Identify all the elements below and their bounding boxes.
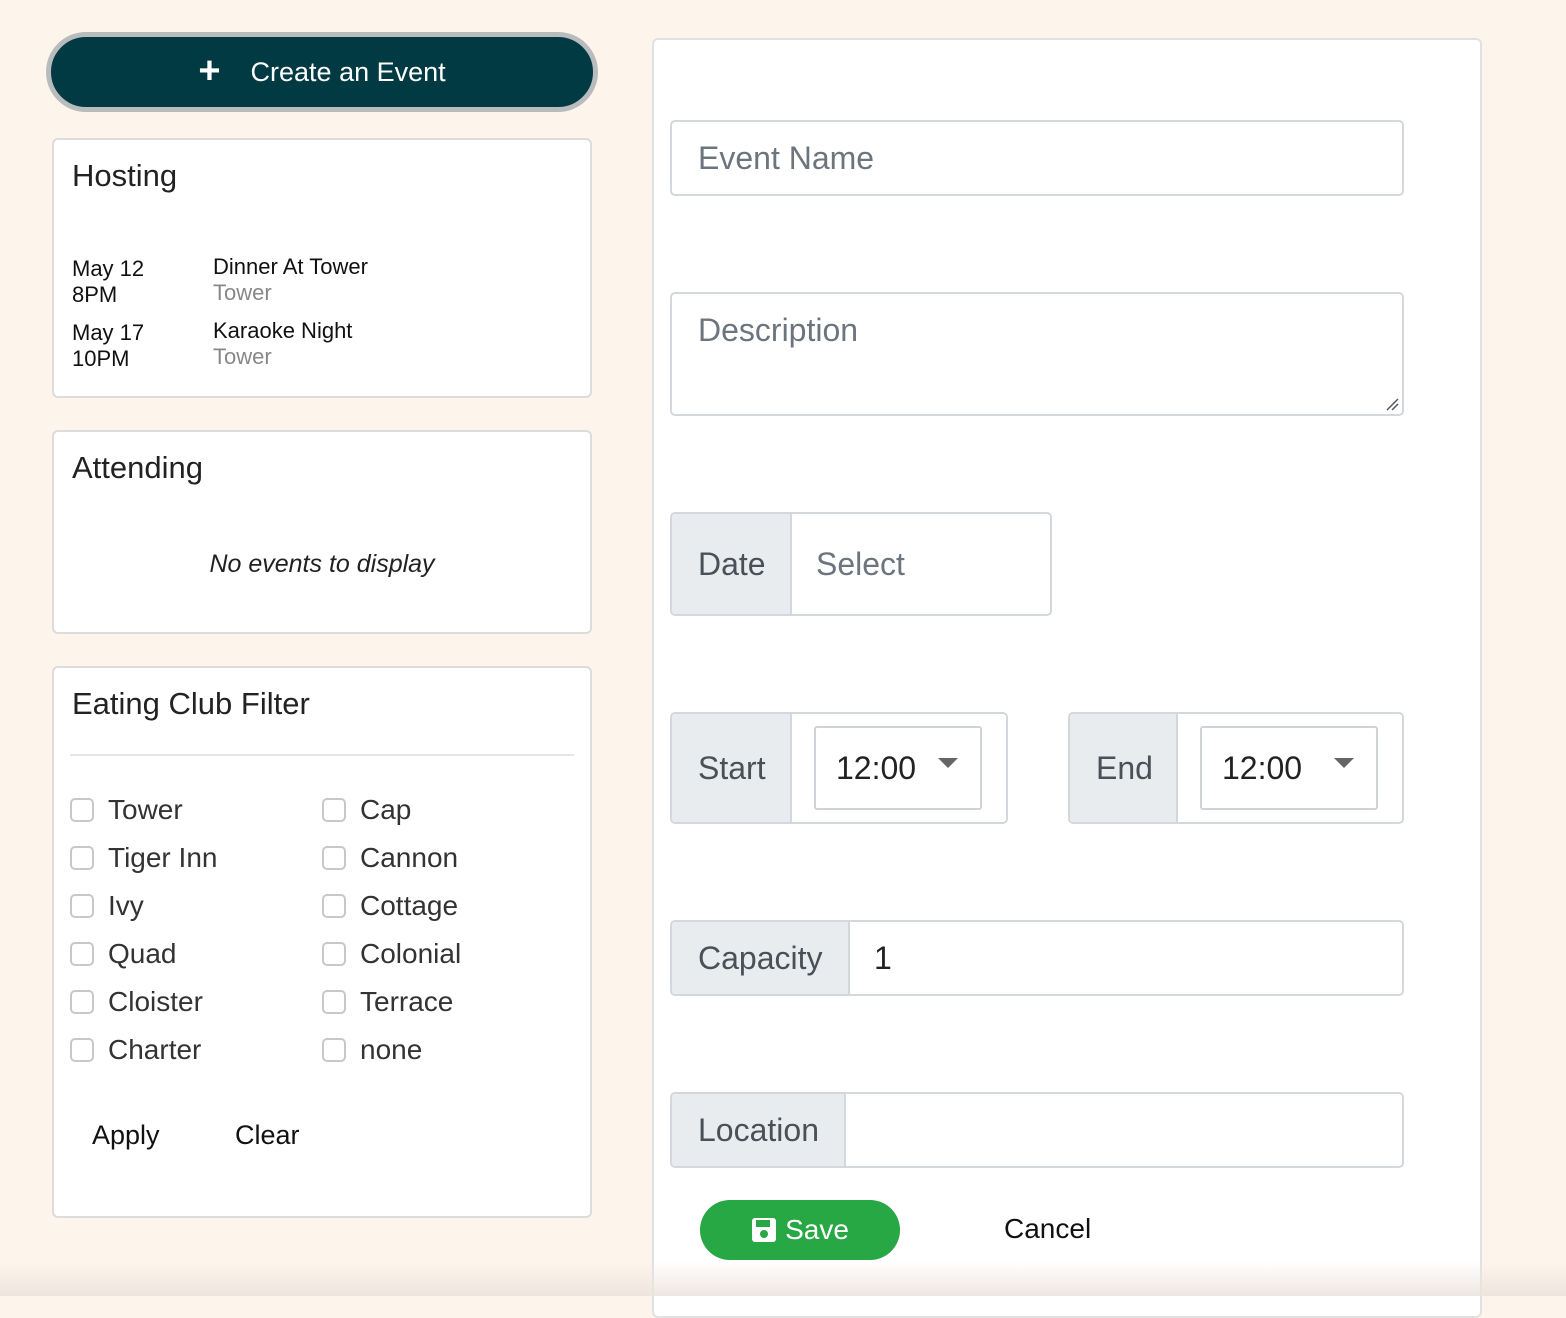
event-location: Tower [213,280,272,305]
checkbox-label: Colonial [360,938,462,969]
filter-checkbox-quad[interactable]: Quad [70,938,177,970]
filter-checkbox-cloister[interactable]: Cloister [70,986,203,1018]
checkbox[interactable] [70,1038,94,1062]
create-event-label: Create an Event [250,56,446,87]
floppy-disk-icon [752,1218,777,1242]
event-date: May 12 [72,256,145,281]
save-button[interactable]: Save [700,1200,900,1260]
description-placeholder: Description [698,312,859,348]
filter-checkbox-cottage[interactable]: Cottage [322,890,458,922]
location-label: Location [672,1094,846,1166]
description-textarea[interactable]: Description [670,292,1404,416]
event-details: Dinner At Tower Tower [213,254,368,306]
hosting-card: Hosting May 12 8PM Dinner At Tower Tower… [52,138,592,398]
checkbox[interactable] [322,894,346,918]
checkbox-label: Cannon [360,842,459,873]
event-name-placeholder: Event Name [698,140,875,176]
filter-title: Eating Club Filter [72,686,310,721]
event-location: Tower [213,344,272,369]
event-date: May 17 [72,320,145,345]
filter-checkbox-ivy[interactable]: Ivy [70,890,144,922]
chevron-down-icon [1334,758,1354,768]
checkbox-label: Cap [360,794,412,825]
chevron-down-icon [938,758,958,768]
start-time-select[interactable]: 12:00 [814,726,982,810]
start-time-value: 12:00 [836,749,917,786]
start-label: Start [672,714,792,822]
checkbox-label: Tower [108,794,183,825]
checkbox-label: Ivy [108,890,144,921]
checkbox-label: Terrace [360,986,454,1017]
hosting-title: Hosting [72,158,178,193]
checkbox[interactable] [322,798,346,822]
filter-checkbox-terrace[interactable]: Terrace [322,986,453,1018]
filter-checkbox-cannon[interactable]: Cannon [322,842,458,874]
event-time: 8PM [72,282,118,307]
checkbox-label: Tiger Inn [108,842,218,873]
event-name: Dinner At Tower [213,254,368,279]
filter-checkbox-charter[interactable]: Charter [70,1034,201,1066]
checkbox[interactable] [322,846,346,870]
checkbox-label: Cottage [360,890,459,921]
apply-button[interactable]: Apply [92,1120,160,1151]
date-picker-input[interactable]: Select [792,514,1050,614]
clear-button[interactable]: Clear [235,1120,300,1151]
empty-state-text: No events to display [209,550,435,578]
event-name: Karaoke Night [213,318,353,343]
filter-checkbox-tiger-inn[interactable]: Tiger Inn [70,842,217,874]
event-time: 10PM [72,346,130,371]
capacity-input-group: Capacity 1 [670,920,1404,996]
location-input-group: Location [670,1092,1404,1168]
resize-handle-icon[interactable] [1385,397,1399,411]
checkbox[interactable] [322,990,346,1014]
event-details: Karaoke Night Tower [213,318,352,370]
checkbox[interactable] [322,942,346,966]
location-input[interactable] [846,1094,1402,1166]
eating-club-filter-card: Eating Club Filter Tower Cap Tiger Inn C… [52,666,592,1218]
date-label: Date [672,514,792,614]
checkbox[interactable] [70,798,94,822]
filter-checkbox-none[interactable]: none [322,1034,422,1066]
checkbox[interactable] [70,942,94,966]
checkbox-label: none [360,1034,423,1065]
checkbox-label: Cloister [108,986,203,1017]
date-input-group[interactable]: Date Select [670,512,1052,616]
capacity-label: Capacity [672,922,850,994]
checkbox[interactable] [70,846,94,870]
end-time-value: 12:00 [1222,749,1303,786]
save-label: Save [785,1214,849,1245]
cancel-button[interactable]: Cancel [1004,1213,1091,1245]
event-datetime: May 17 10PM [72,320,144,372]
attending-card: Attending No events to display [52,430,592,634]
filter-checkbox-cap[interactable]: Cap [322,794,411,826]
end-label: End [1070,714,1178,822]
attending-title: Attending [72,450,203,485]
checkbox-label: Charter [108,1034,202,1065]
checkbox[interactable] [70,990,94,1014]
create-event-button[interactable]: + Create an Event [46,32,598,112]
capacity-input[interactable]: 1 [850,922,1402,994]
divider [70,754,574,756]
filter-checkbox-tower[interactable]: Tower [70,794,183,826]
event-name-input[interactable]: Event Name [670,120,1404,196]
filter-checkbox-colonial[interactable]: Colonial [322,938,461,970]
checkbox[interactable] [70,894,94,918]
checkbox[interactable] [322,1038,346,1062]
checkbox-label: Quad [108,938,177,969]
plus-icon: + [198,49,221,92]
end-time-select[interactable]: 12:00 [1200,726,1378,810]
event-datetime: May 12 8PM [72,256,144,308]
